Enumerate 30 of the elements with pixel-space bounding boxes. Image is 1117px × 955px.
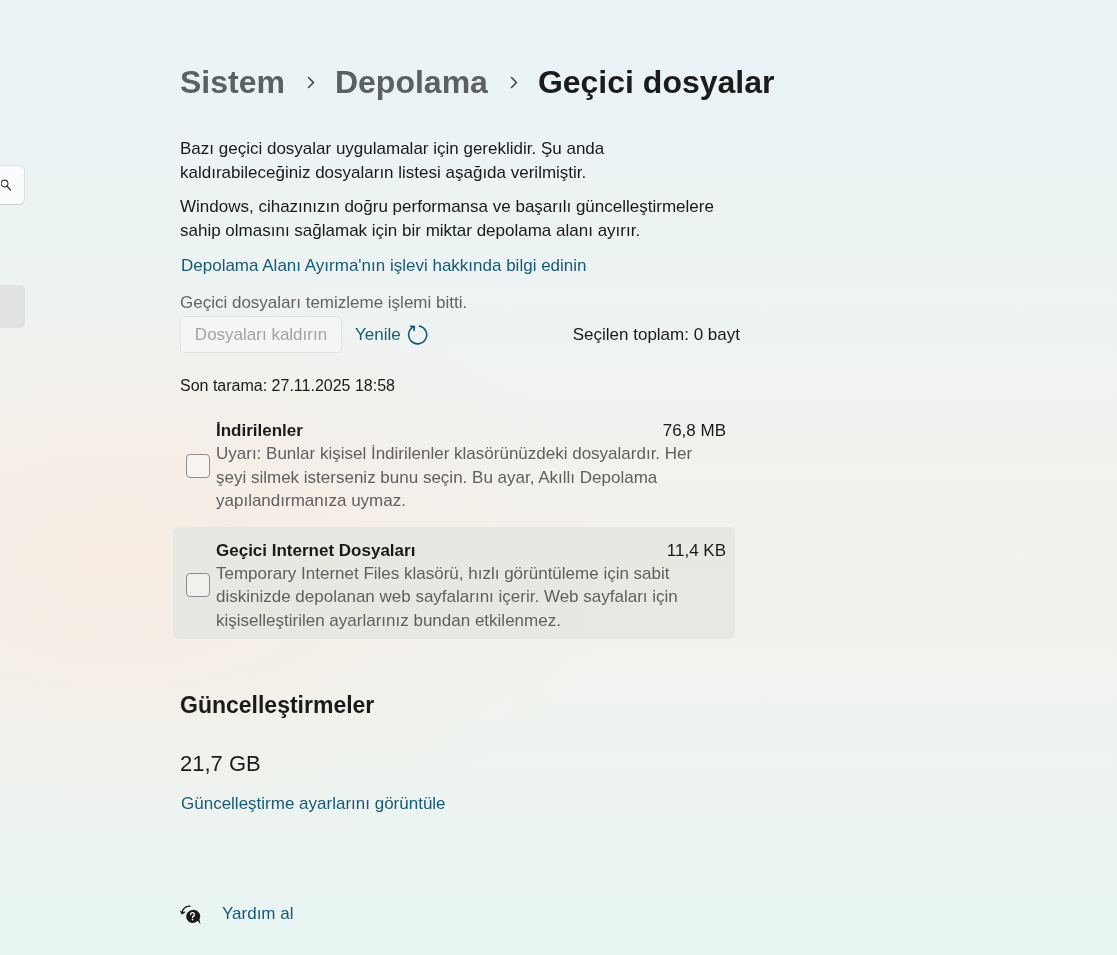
help-link[interactable]: Yardım al bbox=[222, 902, 294, 926]
checkbox[interactable] bbox=[186, 453, 210, 478]
chevron-right-icon bbox=[306, 75, 315, 89]
breadcrumb-link[interactable]: Depolama bbox=[334, 62, 488, 102]
checkbox[interactable] bbox=[186, 573, 210, 598]
file-category-item[interactable] bbox=[173, 526, 735, 639]
refresh-button[interactable]: Yenile bbox=[355, 323, 429, 346]
item-description: Temporary Internet Files klasörü, hızlı görüntüleme için sabit diskinizde depolanan web sayfalarını içerir. Web sayfaları için kişiselleştirilen ayarlarınız bundan etkilenmez. bbox=[216, 562, 679, 632]
learn-more-link[interactable]: Depolama Alanı Ayırma'nın işlevi hakkında bilgi edinin bbox=[181, 254, 587, 278]
file-category-item[interactable]: İndirilenler 76,8 MB Uyarı: Bunlar kişisel İndirilenler klasörünüzdeki dosyalardır. Her şeyi silmek isterseniz bunu seçin. Bu ayar, Akıllı Depolama yapılandırmanıza uymaz. bbox=[173, 407, 735, 520]
search-field[interactable] bbox=[0, 165, 25, 205]
search-icon bbox=[1, 179, 11, 191]
section-heading: Güncelleştirmeler bbox=[180, 691, 376, 720]
item-description: Uyarı: Bunlar kişisel İndirilenler klasörünüzdeki dosyalardır. Her şeyi silmek isterseniz bunu seçin. Bu ayar, Akıllı Depolama yapılandırmanıza uymaz. bbox=[216, 443, 694, 512]
page-title: Geçici dosyalar bbox=[537, 63, 775, 102]
update-settings-link[interactable]: Güncelleştirme ayarlarını görüntüle bbox=[181, 792, 446, 816]
description-text: Bazı geçici dosyalar uygulamalar için gereklidir. Şu anda kaldırabileceğiniz dosyaların listesi aşağıda verilmiştir. bbox=[180, 138, 606, 184]
item-size: 11,4 KB bbox=[666, 539, 726, 562]
breadcrumb-link[interactable]: Sistem bbox=[180, 62, 285, 102]
last-scan-text: Son tarama: 27.11.2025 18:58 bbox=[180, 376, 396, 396]
item-size: 76,8 MB bbox=[662, 420, 726, 442]
item-title: Geçici Internet Dosyaları bbox=[216, 539, 416, 562]
updates-size: 21,7 GB bbox=[180, 750, 262, 778]
chevron-right-icon bbox=[509, 75, 518, 89]
description-text: Windows, cihazınızın doğru performansa ve başarılı güncelleştirmelere sahip olmasını sağlamak için bir miktar depolama alanı ayırır. bbox=[180, 196, 715, 242]
help-icon bbox=[180, 903, 201, 925]
item-title: İndirilenler bbox=[216, 420, 303, 442]
refresh-icon bbox=[406, 323, 429, 346]
status-text: Geçici dosyaları temizleme işlemi bitti. bbox=[180, 292, 469, 314]
selected-total-text: Seçilen toplam: 0 bayt bbox=[572, 324, 740, 345]
